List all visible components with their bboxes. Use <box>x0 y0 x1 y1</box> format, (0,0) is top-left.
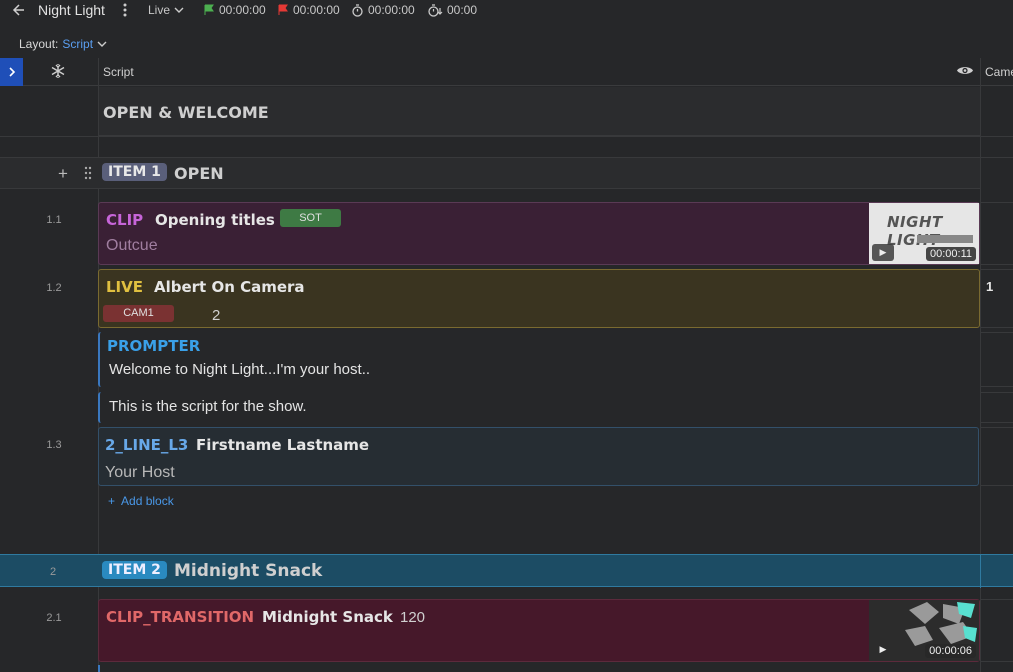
elapsed-time: 00:00:00 <box>351 3 415 17</box>
row-number: 2 <box>49 566 57 578</box>
row-number: 2.1 <box>46 612 62 624</box>
plus-icon: + <box>108 494 116 508</box>
play-icon[interactable]: ▶ <box>872 244 894 261</box>
clip-duration: 00:00:11 <box>925 247 976 261</box>
divider <box>0 136 1013 137</box>
show-title: Night Light <box>38 2 105 18</box>
item-badge: ITEM 2 <box>102 561 167 579</box>
stopwatch-icon <box>352 3 363 17</box>
block-subtitle: Your Host <box>105 464 175 481</box>
prompter-block[interactable]: This is the script for the show. <box>98 392 980 423</box>
add-block-label: Add block <box>121 494 174 508</box>
segment-row[interactable]: OPEN & WELCOME <box>99 87 980 136</box>
eye-icon[interactable] <box>956 64 974 80</box>
live-block[interactable]: LIVE Albert On Camera CAM1 2 <box>98 269 980 328</box>
end-time: 00:00:00 <box>277 3 340 17</box>
layout-label: Layout: <box>19 37 59 51</box>
clip-thumbnail[interactable]: ▶ 00:00:06 <box>869 600 979 661</box>
clip-thumbnail[interactable]: NIGHT LIGHT ▶ 00:00:11 <box>869 203 979 264</box>
prompter-block[interactable]: PROMPTER Welcome to Night Light...I'm yo… <box>98 332 980 387</box>
arrow-left-icon <box>12 4 24 16</box>
layout-selector[interactable]: Layout: Script <box>19 37 107 51</box>
plus-icon[interactable]: + <box>58 164 68 184</box>
expand-sidebar-button[interactable] <box>0 58 23 86</box>
row-number: 1.2 <box>46 282 62 294</box>
prompter-line[interactable]: Welcome to Night Light...I'm your host.. <box>109 361 370 378</box>
item-row-2[interactable]: 2 ITEM 2 Midnight Snack <box>0 554 1013 588</box>
chevron-down-icon <box>174 7 184 13</box>
block-value: 120 <box>400 609 426 626</box>
block-title: Opening titles <box>155 211 275 229</box>
thumbnail-text: NIGHT LIGHT <box>887 213 943 249</box>
item-title: Midnight Snack <box>174 561 323 581</box>
layout-value: Script <box>62 37 94 51</box>
top-bar: Night Light Live 00:00:00 00:00:00 00:00… <box>0 0 1013 22</box>
camera-cell[interactable] <box>980 427 1013 486</box>
block-title: Albert On Camera <box>154 278 305 296</box>
block-type: CLIP_TRANSITION <box>106 608 255 626</box>
mode-dropdown[interactable]: Live <box>148 3 184 17</box>
block-type: 2_LINE_L3 <box>105 436 189 454</box>
column-header: Script Came <box>0 58 1013 86</box>
camera-cell[interactable] <box>980 392 1013 423</box>
timer: 00:00 <box>427 3 477 17</box>
camera-chip[interactable]: CAM1 <box>103 305 174 322</box>
mode-label: Live <box>148 3 171 17</box>
segment-title: OPEN & WELCOME <box>103 103 269 122</box>
snowflake-icon[interactable] <box>50 63 66 82</box>
camera-cell[interactable] <box>980 202 1013 265</box>
add-block-button[interactable]: + Add block <box>108 494 174 508</box>
chip-value: 2 <box>212 307 221 324</box>
green-flag-icon <box>204 4 214 15</box>
item-row-1[interactable]: + ITEM 1 OPEN <box>0 158 980 189</box>
block-title: Firstname Lastname <box>196 436 370 454</box>
l3-block[interactable]: 2_LINE_L3 Firstname Lastname Your Host <box>98 427 979 486</box>
prompter-line[interactable]: This is the script for the show. <box>109 398 307 415</box>
block-outcue: Outcue <box>106 237 158 254</box>
block-type: CLIP <box>106 211 144 229</box>
more-vert-icon[interactable] <box>122 3 128 17</box>
clip-transition-block[interactable]: CLIP_TRANSITION Midnight Snack 120 ▶ 00:… <box>98 599 980 662</box>
play-icon[interactable]: ▶ <box>872 641 894 658</box>
camera-cell[interactable] <box>980 599 1013 662</box>
back-button[interactable] <box>12 3 26 17</box>
camera-cell[interactable]: 1 <box>980 269 1013 328</box>
start-time: 00:00:00 <box>203 3 266 17</box>
sot-tag[interactable]: SOT <box>280 209 341 227</box>
row-number: 1.1 <box>46 214 62 226</box>
red-flag-icon <box>278 4 288 15</box>
prompter-edge <box>98 665 100 672</box>
item-title: OPEN <box>174 164 224 183</box>
clip-duration: 00:00:06 <box>925 644 976 658</box>
drag-handle-icon[interactable] <box>84 166 92 183</box>
block-type: PROMPTER <box>107 337 201 355</box>
camera-column-header: Came <box>985 65 1013 79</box>
timer-icon <box>428 3 443 17</box>
script-column-header: Script <box>103 65 134 79</box>
item-badge: ITEM 1 <box>102 163 167 181</box>
block-title: Midnight Snack <box>262 608 393 626</box>
grid-divider <box>980 555 981 588</box>
block-type: LIVE <box>106 278 143 296</box>
thumbnail-graphic <box>917 235 973 243</box>
chevron-right-icon <box>8 67 15 77</box>
camera-number: 1 <box>986 279 994 294</box>
chevron-down-icon <box>97 41 107 47</box>
camera-cell[interactable] <box>980 332 1013 387</box>
row-number: 1.3 <box>46 439 62 451</box>
clip-block[interactable]: CLIP Opening titles SOT Outcue NIGHT LIG… <box>98 202 980 265</box>
